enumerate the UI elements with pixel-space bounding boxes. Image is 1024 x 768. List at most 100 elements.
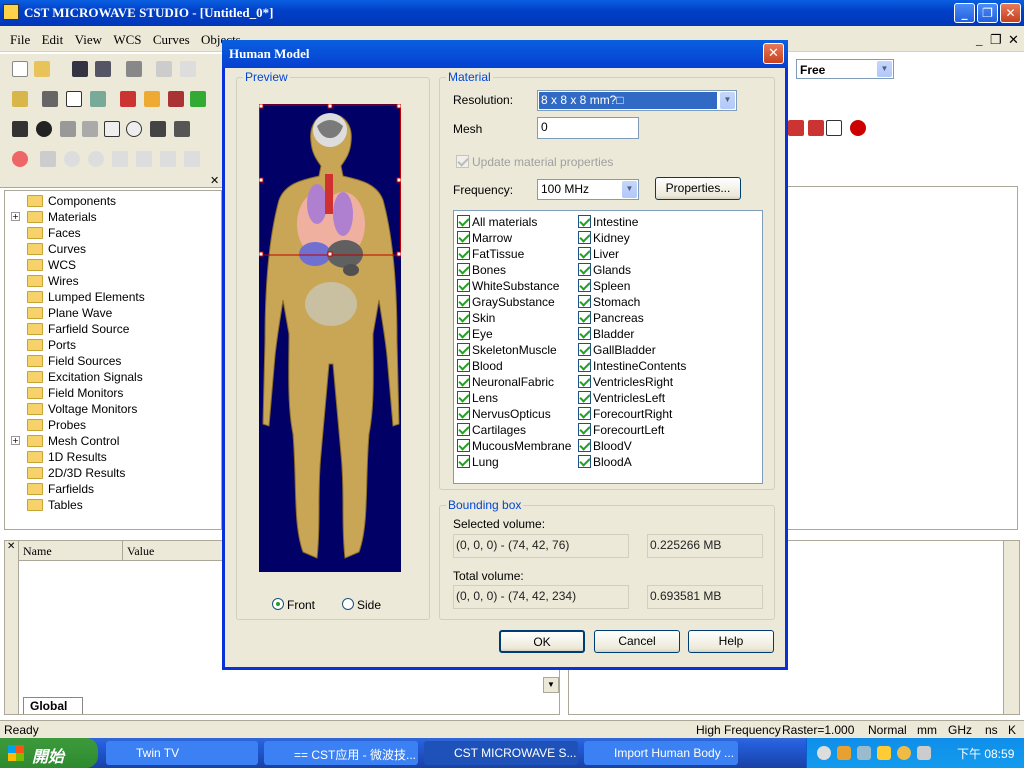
minimize-button[interactable]: _ — [954, 3, 975, 23]
material-checkbox[interactable] — [578, 423, 591, 436]
tree-item[interactable]: Wires — [5, 273, 215, 289]
resolution-combo[interactable]: 8 x 8 x 8 mm?□ ▼ — [537, 90, 737, 111]
ruler-icon[interactable] — [12, 91, 28, 107]
ok-button[interactable]: OK — [499, 630, 585, 653]
tree-close-icon[interactable]: ✕ — [210, 174, 219, 187]
material-checkbox[interactable] — [578, 343, 591, 356]
material-item[interactable]: Glands — [578, 262, 758, 278]
tray-app-icon[interactable] — [837, 746, 851, 760]
copy-icon[interactable] — [156, 61, 172, 77]
cylinder-icon[interactable] — [60, 121, 76, 137]
stop-icon[interactable] — [850, 120, 866, 136]
material-checkbox[interactable] — [578, 455, 591, 468]
vertical-scrollbar[interactable] — [1003, 541, 1019, 714]
arc-icon[interactable] — [88, 151, 104, 167]
sphere-icon[interactable] — [36, 121, 52, 137]
tree-item[interactable]: Excitation Signals — [5, 369, 215, 385]
task-cst-forum[interactable]: == CST应用 - 微波技... — [264, 741, 418, 765]
material-checkbox[interactable] — [578, 247, 591, 260]
new-icon[interactable] — [12, 61, 28, 77]
maximize-button[interactable]: ❐ — [977, 3, 998, 23]
tree-item[interactable]: Ports — [5, 337, 215, 353]
report-list-icon[interactable] — [808, 120, 824, 136]
save-icon[interactable] — [72, 61, 88, 77]
material-item[interactable]: NervusOpticus — [457, 406, 577, 422]
material-checkbox[interactable] — [578, 311, 591, 324]
material-item[interactable]: GallBladder — [578, 342, 758, 358]
tree-item[interactable]: 2D/3D Results — [5, 465, 215, 481]
material-item[interactable]: Eye — [457, 326, 577, 342]
mdi-close[interactable]: ✕ — [1004, 26, 1023, 48]
material-checkbox[interactable] — [578, 231, 591, 244]
mdi-restore[interactable]: ❐ — [986, 26, 1006, 48]
mesh-input[interactable]: 0 — [537, 117, 639, 139]
brick-icon[interactable] — [12, 121, 28, 137]
material-checkbox[interactable] — [457, 279, 470, 292]
source-icon[interactable] — [190, 91, 206, 107]
tab-global[interactable]: Global — [23, 697, 83, 714]
properties-button[interactable]: Properties... — [655, 177, 741, 200]
menu-curves[interactable]: Curves — [149, 26, 194, 48]
material-item[interactable]: MucousMembrane — [457, 438, 577, 454]
material-item[interactable]: All materials — [457, 214, 577, 230]
tray-globe-icon[interactable] — [897, 746, 911, 760]
save-all-icon[interactable] — [95, 61, 111, 77]
port-icon[interactable] — [120, 91, 136, 107]
material-item[interactable]: GraySubstance — [457, 294, 577, 310]
tree-item[interactable]: Farfield Source — [5, 321, 215, 337]
material-item[interactable]: BloodA — [578, 454, 758, 470]
front-radio[interactable] — [272, 598, 284, 610]
props-col-value[interactable]: Value — [123, 541, 233, 561]
monitor-icon[interactable] — [168, 91, 184, 107]
tree-item[interactable]: Curves — [5, 241, 215, 257]
material-checkbox[interactable] — [457, 215, 470, 228]
material-item[interactable]: VentriclesRight — [578, 374, 758, 390]
tree-item[interactable]: Faces — [5, 225, 215, 241]
pick-icon[interactable] — [12, 151, 28, 167]
tree-item[interactable]: Voltage Monitors — [5, 401, 215, 417]
cut-icon[interactable] — [180, 61, 196, 77]
material-checkbox[interactable] — [457, 375, 470, 388]
props-close-icon[interactable]: ✕ — [7, 541, 15, 552]
material-item[interactable]: Cartilages — [457, 422, 577, 438]
task-twin-tv[interactable]: Twin TV — [106, 741, 258, 765]
tree-item[interactable]: + Materials — [5, 209, 215, 225]
polyline-icon[interactable] — [160, 151, 176, 167]
material-item[interactable]: Blood — [457, 358, 577, 374]
material-checkbox[interactable] — [578, 375, 591, 388]
material-item[interactable]: NeuronalFabric — [457, 374, 577, 390]
material-item[interactable]: VentriclesLeft — [578, 390, 758, 406]
mdi-minimize[interactable]: _ — [972, 26, 987, 48]
print-icon[interactable] — [126, 61, 142, 77]
material-item[interactable]: Lung — [457, 454, 577, 470]
cancel-button[interactable]: Cancel — [594, 630, 680, 653]
material-item[interactable]: Bones — [457, 262, 577, 278]
transform-icon[interactable] — [90, 91, 106, 107]
close-button[interactable]: ✕ — [1000, 3, 1021, 23]
dialog-close-icon[interactable]: ✕ — [763, 43, 784, 64]
tree-item[interactable]: + Mesh Control — [5, 433, 215, 449]
material-item[interactable]: WhiteSubstance — [457, 278, 577, 294]
open-icon[interactable] — [34, 61, 50, 77]
material-item[interactable]: Intestine — [578, 214, 758, 230]
material-item[interactable]: Pancreas — [578, 310, 758, 326]
material-item[interactable]: Liver — [578, 246, 758, 262]
rotate-icon[interactable] — [174, 121, 190, 137]
material-checkbox[interactable] — [457, 343, 470, 356]
material-checkbox[interactable] — [457, 327, 470, 340]
analytical-curve-icon[interactable] — [184, 151, 200, 167]
material-checkbox[interactable] — [457, 423, 470, 436]
material-item[interactable]: Skin — [457, 310, 577, 326]
blank-icon[interactable] — [826, 120, 842, 136]
material-item[interactable]: Marrow — [457, 230, 577, 246]
expand-icon[interactable]: + — [11, 436, 20, 445]
material-item[interactable]: Lens — [457, 390, 577, 406]
grid-icon[interactable] — [42, 91, 58, 107]
tray-shield-icon[interactable] — [877, 746, 891, 760]
scroll-down-icon[interactable]: ▼ — [543, 677, 559, 693]
tree-item[interactable]: Probes — [5, 417, 215, 433]
menu-edit[interactable]: Edit — [38, 26, 68, 48]
tree-item[interactable]: Components — [5, 193, 215, 209]
human-body-preview[interactable] — [259, 104, 401, 572]
material-checkbox[interactable] — [578, 359, 591, 372]
